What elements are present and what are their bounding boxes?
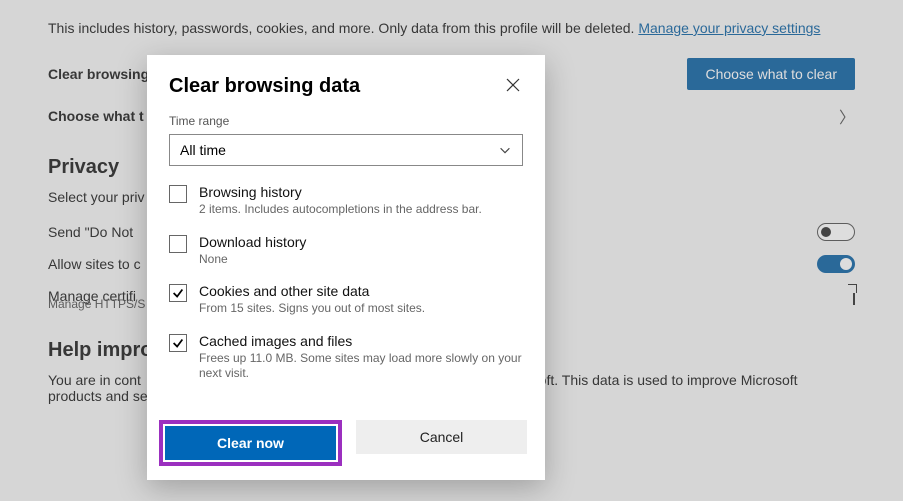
option-row: Cached images and files Frees up 11.0 MB.… [169,333,523,382]
do-not-track-label: Send "Do Not [48,224,133,240]
option-label: Download history [199,234,306,250]
option-description: 2 items. Includes autocompletions in the… [199,202,482,218]
choose-on-close-row-label: Choose what t [48,108,144,124]
help-text-prefix: You are in cont [48,372,141,388]
option-checkbox[interactable] [169,235,187,253]
choose-what-to-clear-button[interactable]: Choose what to clear [687,58,855,90]
check-icon [171,336,185,350]
close-button[interactable] [505,77,525,97]
clear-browsing-data-dialog: Clear browsing data Time range All time … [147,55,545,480]
option-description: Frees up 11.0 MB. Some sites may load mo… [199,351,523,382]
option-label: Cached images and files [199,333,523,349]
time-range-select[interactable]: All time [169,134,523,166]
option-row: Download history None [169,234,523,268]
intro-text-content: This includes history, passwords, cookie… [48,20,638,36]
option-checkbox[interactable] [169,284,187,302]
option-row: Browsing history 2 items. Includes autoco… [169,184,523,218]
option-checkbox[interactable] [169,334,187,352]
options-list[interactable]: Browsing history 2 items. Includes autoco… [169,184,537,384]
option-label: Cookies and other site data [199,283,425,299]
option-description: None [199,252,306,268]
clear-browsing-row-label: Clear browsing [48,66,149,82]
option-row: Cookies and other site data From 15 sites… [169,283,523,317]
close-icon [505,77,521,93]
option-description: From 15 sites. Signs you out of most sit… [199,301,425,317]
do-not-track-toggle[interactable] [817,223,855,241]
manage-privacy-link[interactable]: Manage your privacy settings [638,20,820,36]
option-label: Browsing history [199,184,482,200]
clear-now-button[interactable]: Clear now [165,426,336,460]
chevron-right-icon[interactable]: 〉 [839,104,855,128]
allow-sites-label: Allow sites to c [48,256,141,272]
dialog-title: Clear browsing data [169,75,523,98]
time-range-label: Time range [169,114,523,128]
cancel-button[interactable]: Cancel [356,420,527,454]
option-checkbox[interactable] [169,185,187,203]
intro-text: This includes history, passwords, cookie… [48,20,855,36]
clear-now-highlight: Clear now [159,420,342,466]
allow-sites-toggle[interactable] [817,255,855,273]
check-icon [171,286,185,300]
external-link-icon[interactable] [853,287,855,305]
chevron-down-icon [498,143,512,157]
time-range-value: All time [180,142,226,158]
